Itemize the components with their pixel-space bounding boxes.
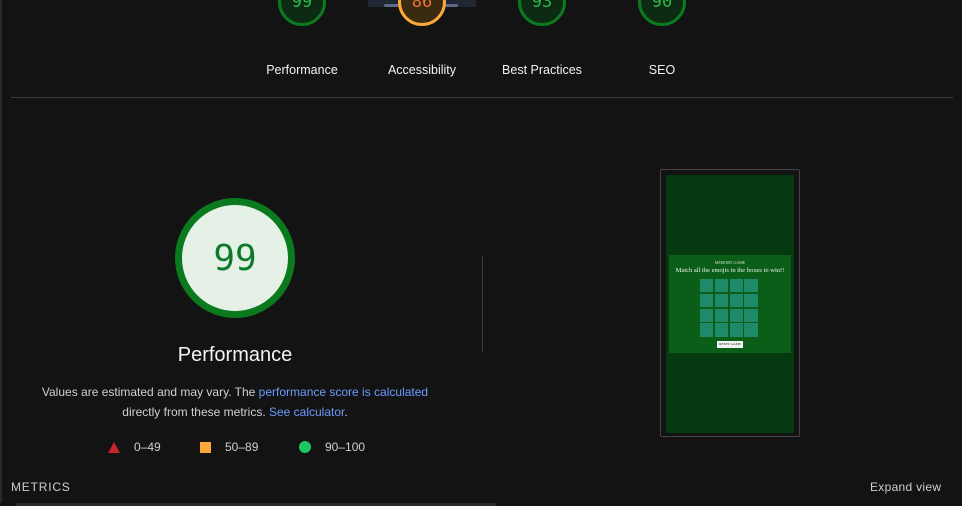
legend-pass: 90–100 [299, 440, 365, 454]
gauge-score: 90 [651, 0, 673, 12]
reset-game-button: RESET GAME [717, 341, 743, 348]
game-tile [744, 279, 758, 293]
game-tile [700, 279, 714, 293]
game-title: MEMORY GAME [714, 260, 746, 265]
gauge-label: SEO [648, 63, 676, 77]
square-icon [200, 441, 211, 453]
section-divider [11, 97, 953, 98]
gauge-score: 86 [411, 0, 433, 12]
legend-fail: 0–49 [108, 440, 161, 454]
desc-text: directly from these metrics. [122, 405, 269, 419]
game-tile [714, 323, 729, 337]
expand-view-button[interactable]: Expand view [870, 480, 941, 494]
game-tile [714, 279, 729, 293]
gauge-score: 99 [291, 0, 313, 12]
score-gauges: 99 Performance 86 Accessibility 93 Best … [0, 0, 962, 90]
circle-icon [299, 441, 311, 453]
gauge-ring: 93 [518, 0, 566, 26]
game-tile [700, 308, 714, 322]
game-tile [729, 293, 743, 308]
gauge-label: Performance [266, 63, 338, 77]
gauge-label: Accessibility [387, 63, 457, 77]
category-title: Performance [177, 344, 293, 366]
game-tile [700, 323, 714, 337]
game-tile [744, 308, 758, 322]
desc-text: Values are estimated and may vary. The [41, 385, 259, 399]
game-tile [729, 323, 743, 337]
game-tile [700, 293, 714, 308]
gauge-label: Best Practices [502, 63, 582, 77]
gauge-ring: 99 [278, 0, 326, 26]
score-description: Values are estimated and may vary. The p… [20, 382, 450, 422]
game-tile [729, 308, 743, 322]
triangle-icon [108, 441, 120, 453]
game-tile [744, 293, 758, 308]
performance-score-link[interactable]: performance score is calculated [259, 385, 428, 399]
gauge-score: 93 [531, 0, 553, 12]
game-tile [729, 279, 743, 293]
performance-score-gauge: 99 [175, 198, 295, 318]
game-tile [714, 293, 729, 308]
game-grid [700, 279, 758, 337]
metrics-heading: METRICS [11, 480, 71, 494]
game-tile [744, 323, 758, 337]
gauge-ring: 86 [398, 0, 446, 26]
legend-range: 90–100 [325, 440, 366, 454]
gauge-ring: 90 [638, 0, 686, 26]
performance-score: 99 [213, 237, 257, 279]
game-card: MEMORY GAME Match all the emojis in the … [669, 255, 791, 353]
game-tile [714, 308, 729, 322]
game-subtitle: Match all the emojis in the boxes to win… [675, 267, 785, 274]
desc-text: . [344, 405, 348, 419]
calculator-link[interactable]: See calculator [269, 405, 344, 419]
screenshot-screen: MEMORY GAME Match all the emojis in the … [666, 175, 794, 433]
final-screenshot[interactable]: MEMORY GAME Match all the emojis in the … [660, 169, 800, 437]
vertical-divider [482, 256, 483, 352]
legend-average: 50–89 [200, 440, 258, 454]
legend-range: 0–49 [134, 440, 161, 454]
legend-range: 50–89 [225, 440, 259, 454]
